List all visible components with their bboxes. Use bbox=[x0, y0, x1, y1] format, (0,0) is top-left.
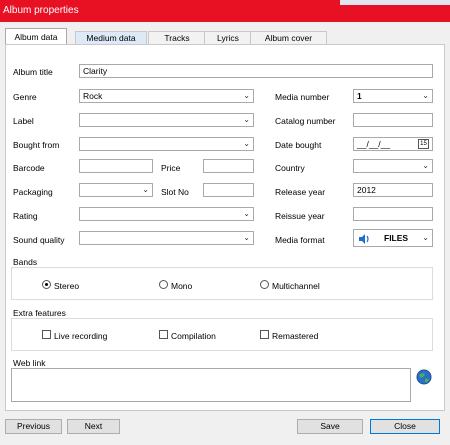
checkbox-compilation[interactable] bbox=[159, 330, 168, 339]
save-button[interactable]: Save bbox=[297, 419, 363, 434]
date-bought-label: Date bought bbox=[275, 140, 322, 150]
close-button[interactable]: Close bbox=[370, 419, 440, 434]
chevron-down-icon: ⌄ bbox=[243, 209, 250, 218]
release-year-label: Release year bbox=[275, 187, 326, 197]
genre-combo[interactable]: Rock ⌄ bbox=[79, 89, 254, 103]
tab-album-data[interactable]: Album data bbox=[5, 28, 67, 45]
checkbox-live-recording[interactable] bbox=[42, 330, 51, 339]
chevron-down-icon: ⌄ bbox=[243, 115, 250, 124]
checkbox-live-recording-label: Live recording bbox=[54, 331, 108, 341]
reissue-year-label: Reissue year bbox=[275, 211, 325, 221]
country-combo[interactable]: ⌄ bbox=[353, 159, 433, 173]
chevron-down-icon: ⌄ bbox=[422, 233, 429, 242]
extra-features-label: Extra features bbox=[13, 308, 66, 318]
price-input[interactable] bbox=[203, 159, 254, 173]
checkbox-remastered[interactable] bbox=[260, 330, 269, 339]
chevron-down-icon: ⌄ bbox=[243, 91, 250, 100]
previous-button[interactable]: Previous bbox=[5, 419, 62, 434]
bands-label: Bands bbox=[13, 257, 38, 267]
barcode-input[interactable] bbox=[79, 159, 153, 173]
genre-label: Genre bbox=[13, 92, 37, 102]
media-format-combo[interactable]: FILES ⌄ bbox=[353, 229, 433, 247]
genre-value: Rock bbox=[83, 91, 103, 101]
price-label: Price bbox=[161, 163, 181, 173]
slot-no-label: Slot No bbox=[161, 187, 189, 197]
media-format-label: Media format bbox=[275, 235, 325, 245]
chevron-down-icon: ⌄ bbox=[243, 139, 250, 148]
media-format-value: FILES bbox=[384, 233, 409, 243]
bought-from-label: Bought from bbox=[13, 140, 60, 150]
chevron-down-icon: ⌄ bbox=[243, 233, 250, 242]
sound-quality-label: Sound quality bbox=[13, 235, 65, 245]
rating-combo[interactable]: ⌄ bbox=[79, 207, 254, 221]
chevron-down-icon: ⌄ bbox=[422, 161, 429, 170]
reissue-year-input[interactable] bbox=[353, 207, 433, 221]
next-button[interactable]: Next bbox=[67, 419, 120, 434]
background-window-strip bbox=[340, 0, 450, 5]
date-bought-value: __/__/__ bbox=[357, 139, 391, 149]
radio-mono-label: Mono bbox=[171, 281, 193, 291]
globe-icon[interactable] bbox=[416, 369, 432, 385]
bought-from-combo[interactable]: ⌄ bbox=[79, 137, 254, 151]
radio-stereo-label: Stereo bbox=[54, 281, 80, 291]
packaging-label: Packaging bbox=[13, 187, 53, 197]
label-combo[interactable]: ⌄ bbox=[79, 113, 254, 127]
checkbox-compilation-label: Compilation bbox=[171, 331, 216, 341]
sound-quality-combo[interactable]: ⌄ bbox=[79, 231, 254, 245]
album-title-input[interactable]: Clarity bbox=[79, 64, 433, 78]
media-number-combo[interactable]: 1 ⌄ bbox=[353, 89, 433, 103]
release-year-input[interactable]: 2012 bbox=[353, 183, 433, 197]
catalog-number-input[interactable] bbox=[353, 113, 433, 127]
radio-selected-dot bbox=[45, 283, 48, 286]
radio-multichannel-label: Multichannel bbox=[272, 281, 320, 291]
radio-multichannel[interactable] bbox=[260, 280, 269, 289]
barcode-label: Barcode bbox=[13, 163, 45, 173]
label-label: Label bbox=[13, 116, 34, 126]
country-label: Country bbox=[275, 163, 305, 173]
title-bar: Album properties bbox=[0, 0, 450, 22]
media-number-label: Media number bbox=[275, 92, 330, 102]
speaker-icon bbox=[359, 234, 369, 244]
slot-no-input[interactable] bbox=[203, 183, 254, 197]
chevron-down-icon: ⌄ bbox=[422, 91, 429, 100]
tab-lyrics[interactable]: Lyrics bbox=[204, 31, 252, 45]
album-title-label: Album title bbox=[13, 67, 53, 77]
checkbox-remastered-label: Remastered bbox=[272, 331, 319, 341]
tab-medium-data[interactable]: Medium data bbox=[75, 31, 147, 45]
packaging-combo[interactable]: ⌄ bbox=[79, 183, 153, 197]
web-link-textarea[interactable] bbox=[11, 368, 411, 402]
radio-stereo[interactable] bbox=[42, 280, 51, 289]
media-number-value: 1 bbox=[357, 91, 362, 101]
radio-mono[interactable] bbox=[159, 280, 168, 289]
catalog-number-label: Catalog number bbox=[275, 116, 336, 126]
rating-label: Rating bbox=[13, 211, 38, 221]
tab-tracks[interactable]: Tracks bbox=[148, 31, 206, 45]
tab-album-cover[interactable]: Album cover bbox=[250, 31, 327, 45]
web-link-label: Web link bbox=[13, 358, 46, 368]
chevron-down-icon: ⌄ bbox=[142, 185, 149, 194]
calendar-icon[interactable]: 15 bbox=[418, 139, 429, 149]
window-title: Album properties bbox=[3, 5, 79, 16]
